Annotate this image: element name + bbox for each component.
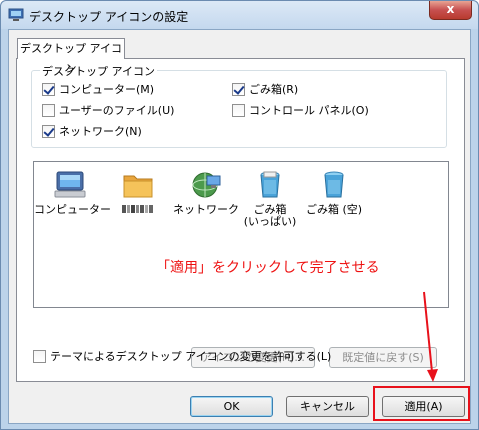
checkbox-user-files[interactable]: ユーザーのファイル(U) (42, 102, 174, 118)
checkbox-control-panel[interactable]: コントロール パネル(O) (232, 102, 369, 118)
icon-label: ネットワーク (173, 203, 239, 216)
checkbox-allow-themes[interactable]: テーマによるデスクトップ アイコンの変更を許可する(L) (33, 348, 331, 364)
checkbox-recycle-bin[interactable]: ごみ箱(R) (232, 81, 298, 97)
network-icon (189, 170, 223, 200)
recycle-bin-full-icon (253, 170, 287, 200)
window-title: デスクトップ アイコンの設定 (29, 10, 189, 24)
checkbox-label: コンピューター(M) (59, 83, 155, 96)
checkbox-network[interactable]: ネットワーク(N) (42, 123, 142, 139)
tab-panel: デスクトップ アイコン コンピューター(M) ごみ箱(R) ユーザーのファイル(… (16, 58, 465, 382)
list-item-recycle-bin-full[interactable]: ごみ箱 (いっぱい) (234, 170, 306, 228)
checkbox-label: テーマによるデスクトップ アイコンの変更を許可する(L) (50, 350, 332, 363)
annotation-text: 「適用」をクリックして完了させる (156, 260, 380, 276)
checkbox-box[interactable] (33, 349, 46, 363)
close-icon: x (446, 2, 455, 16)
close-button[interactable]: x (429, 1, 472, 20)
tab-desktop-icons[interactable]: デスクトップ アイコン (17, 38, 125, 75)
checkbox-box[interactable] (42, 124, 55, 138)
checkbox-box[interactable] (232, 82, 245, 96)
list-item-network[interactable]: ネットワーク (170, 170, 242, 216)
user-folder-icon (121, 170, 155, 200)
cancel-button[interactable]: キャンセル (286, 396, 369, 417)
dialog-window: デスクトップ アイコンの設定 x デスクトップ アイコン デスクトップ アイコン… (0, 0, 479, 430)
desktop-icons-group: デスクトップ アイコン コンピューター(M) ごみ箱(R) ユーザーのファイル(… (31, 63, 447, 148)
checkbox-label: ユーザーのファイル(U) (59, 104, 175, 117)
icon-list[interactable]: コンピューター ネットワーク ごみ箱 (いっぱい) ごみ箱 (空) (33, 161, 449, 308)
restore-default-button[interactable]: 既定値に戻す(S) (329, 347, 437, 368)
icon-label: ごみ箱 (いっぱい) (243, 203, 297, 228)
annotation-highlight-box (373, 386, 470, 421)
list-item-user-files[interactable] (102, 170, 174, 217)
list-item-recycle-bin-empty[interactable]: ごみ箱 (空) (298, 170, 370, 216)
checkbox-box[interactable] (42, 103, 55, 117)
computer-icon (53, 170, 87, 200)
icon-label-redacted (102, 204, 174, 217)
checkbox-computer[interactable]: コンピューター(M) (42, 81, 154, 97)
title-bar[interactable]: デスクトップ アイコンの設定 x (1, 1, 478, 29)
desktop-settings-icon (8, 8, 24, 22)
group-legend: デスクトップ アイコン (40, 63, 157, 79)
icon-label: コンピューター (34, 203, 111, 216)
checkbox-box[interactable] (232, 103, 245, 117)
icon-label: ごみ箱 (空) (305, 203, 363, 216)
checkbox-label: ごみ箱(R) (249, 83, 299, 96)
ok-button[interactable]: OK (190, 396, 273, 417)
recycle-bin-empty-icon (317, 170, 351, 200)
checkbox-label: コントロール パネル(O) (249, 104, 369, 117)
dialog-client-area: デスクトップ アイコン デスクトップ アイコン コンピューター(M) ごみ箱(R… (8, 29, 471, 424)
checkbox-label: ネットワーク(N) (59, 125, 142, 138)
list-item-computer[interactable]: コンピューター (34, 170, 111, 216)
checkbox-box[interactable] (42, 82, 55, 96)
